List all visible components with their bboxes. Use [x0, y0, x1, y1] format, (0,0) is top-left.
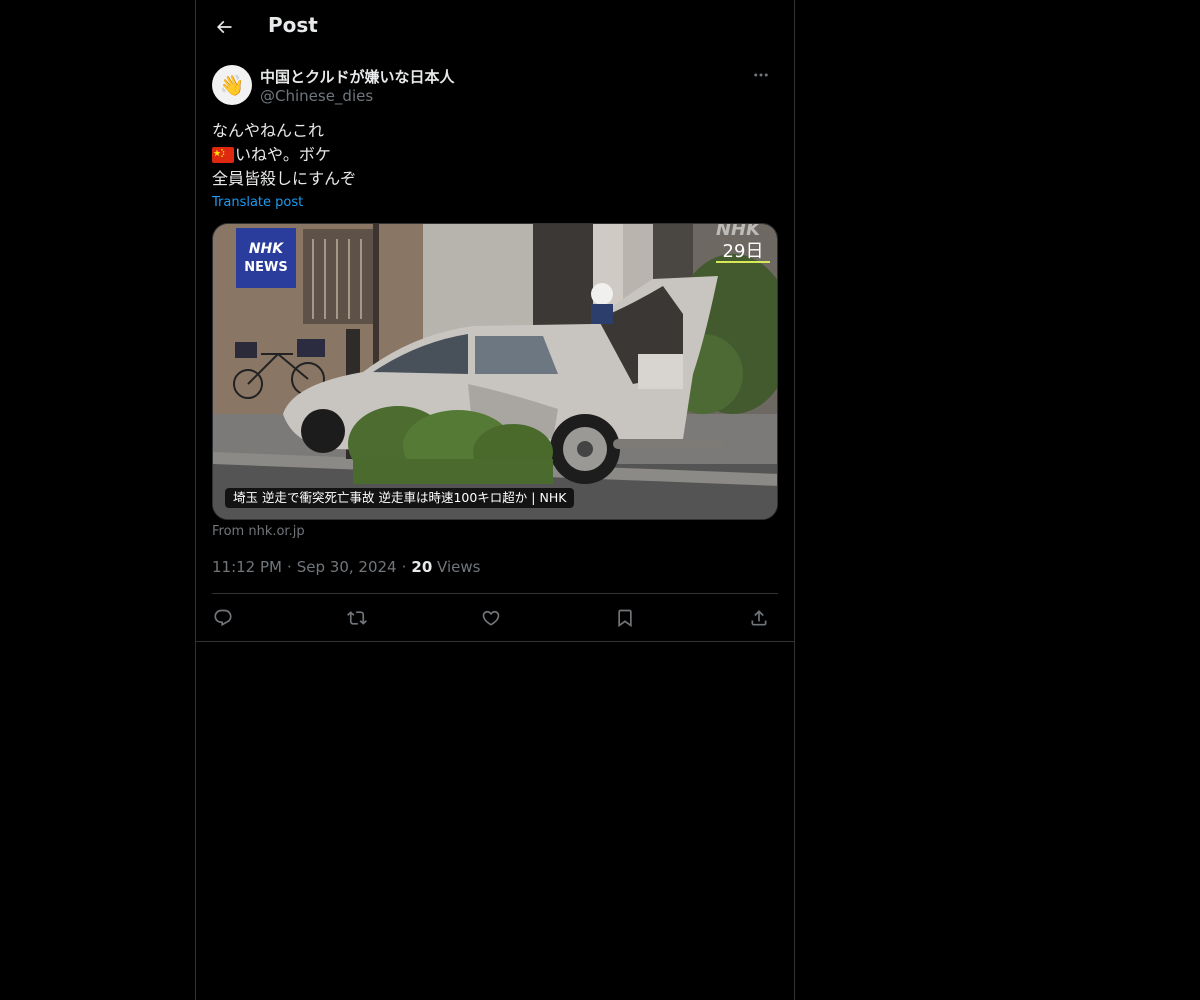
news-logo-text: NEWS: [244, 260, 287, 275]
like-button[interactable]: [478, 605, 504, 631]
date-badge: 29日: [723, 241, 764, 262]
like-icon: [482, 610, 500, 626]
nhk-watermark: NHK: [716, 224, 762, 240]
divider: [196, 641, 794, 642]
repost-icon: [347, 611, 367, 625]
post-text: なんやねんこれ いねや。ボケ 全員皆殺しにすんぞ: [212, 119, 778, 191]
news-thumbnail-image: NHK NEWS NHK 29日: [213, 224, 777, 519]
card-source[interactable]: From nhk.or.jp: [212, 524, 305, 539]
arrow-left-icon: [216, 20, 232, 34]
views-label: Views: [437, 558, 481, 576]
post-text-line: 全員皆殺しにすんぞ: [212, 169, 357, 188]
waving-hand-icon: 👋: [219, 73, 245, 97]
card-caption: 埼玉 逆走で衝突死亡事故 逆走車は時速100キロ超か | NHK: [225, 488, 575, 508]
translate-post-link[interactable]: Translate post: [212, 195, 303, 210]
post-text-line: なんやねんこれ: [212, 121, 325, 140]
post-date[interactable]: Sep 30, 2024: [297, 558, 397, 576]
share-icon: [751, 610, 767, 626]
post-actions: [212, 594, 778, 641]
reply-icon: [214, 609, 232, 627]
post-text-line: いねや。ボケ: [212, 143, 778, 167]
main-column: Post 👋 中国とクルドが嫌いな日本人 @Chinese_dies なんやねん…: [195, 0, 795, 1000]
china-flag-icon: [212, 147, 234, 163]
views-count: 20: [411, 558, 433, 576]
back-button[interactable]: [208, 11, 240, 43]
nhk-logo-text: NHK: [249, 241, 284, 257]
post-text-line-2: いねや。ボケ: [235, 145, 331, 164]
share-button[interactable]: [746, 605, 772, 631]
more-dots-icon: [754, 73, 768, 77]
link-card[interactable]: NHK NEWS NHK 29日 埼玉 逆走で衝突死亡事故 逆走車は時速100キ…: [212, 223, 778, 520]
author-display-name[interactable]: 中国とクルドが嫌いな日本人: [260, 66, 455, 87]
bookmark-button[interactable]: [612, 605, 638, 631]
avatar[interactable]: 👋: [212, 65, 252, 105]
post-time[interactable]: 11:12 PM: [212, 558, 282, 576]
reply-button[interactable]: [210, 605, 236, 631]
repost-button[interactable]: [344, 605, 370, 631]
author-handle[interactable]: @Chinese_dies: [260, 87, 373, 105]
page-title: Post: [268, 13, 318, 37]
post-author: 👋 中国とクルドが嫌いな日本人 @Chinese_dies: [212, 64, 778, 108]
meta-separator: ·: [401, 558, 407, 576]
meta-separator: ·: [286, 558, 292, 576]
bookmark-icon: [618, 609, 632, 628]
more-options-button[interactable]: [744, 64, 778, 86]
post-header: Post: [196, 0, 794, 54]
post-meta: 11:12 PM · Sep 30, 2024 · 20 Views: [212, 558, 480, 576]
